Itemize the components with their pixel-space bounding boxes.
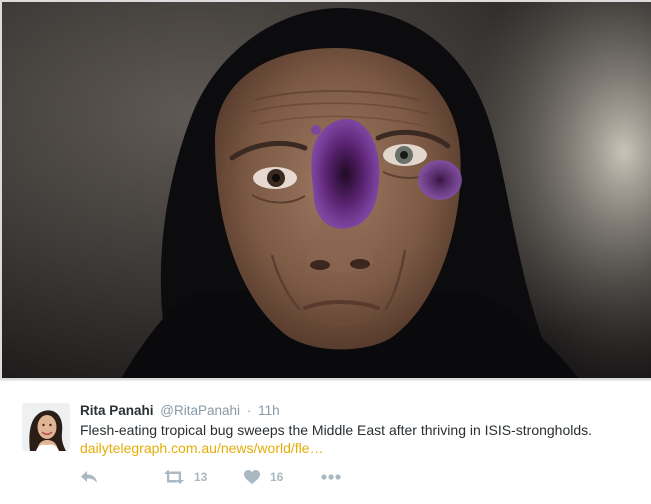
author-handle[interactable]: @RitaPanahi xyxy=(160,403,240,418)
tweet-link[interactable]: dailytelegraph.com.au/news/world/fle… xyxy=(80,439,324,458)
separator: · xyxy=(246,403,252,418)
like-count: 16 xyxy=(270,470,284,484)
reply-icon xyxy=(81,471,97,483)
retweet-button[interactable]: 13 xyxy=(164,467,207,487)
tweet-time[interactable]: 11h xyxy=(258,403,280,418)
tweet-card: Rita Panahi @RitaPanahi · 11h Flesh-eati… xyxy=(0,380,651,504)
portrait-illustration xyxy=(0,0,651,380)
retweet-icon xyxy=(164,470,184,484)
heart-icon xyxy=(244,470,260,484)
tweet-text: Flesh-eating tropical bug sweeps the Mid… xyxy=(80,422,593,438)
reply-button[interactable] xyxy=(80,467,98,487)
tweet-header: Rita Panahi @RitaPanahi · 11h xyxy=(80,402,280,420)
more-button[interactable] xyxy=(321,467,341,487)
tweet-actions: 13 16 xyxy=(80,467,380,487)
author-name[interactable]: Rita Panahi xyxy=(80,403,154,418)
retweet-count: 13 xyxy=(194,470,208,484)
more-icon xyxy=(321,474,341,480)
tweet-photo[interactable] xyxy=(0,0,651,380)
avatar-image xyxy=(22,403,70,451)
like-button[interactable]: 16 xyxy=(244,467,283,487)
avatar[interactable] xyxy=(22,403,70,451)
